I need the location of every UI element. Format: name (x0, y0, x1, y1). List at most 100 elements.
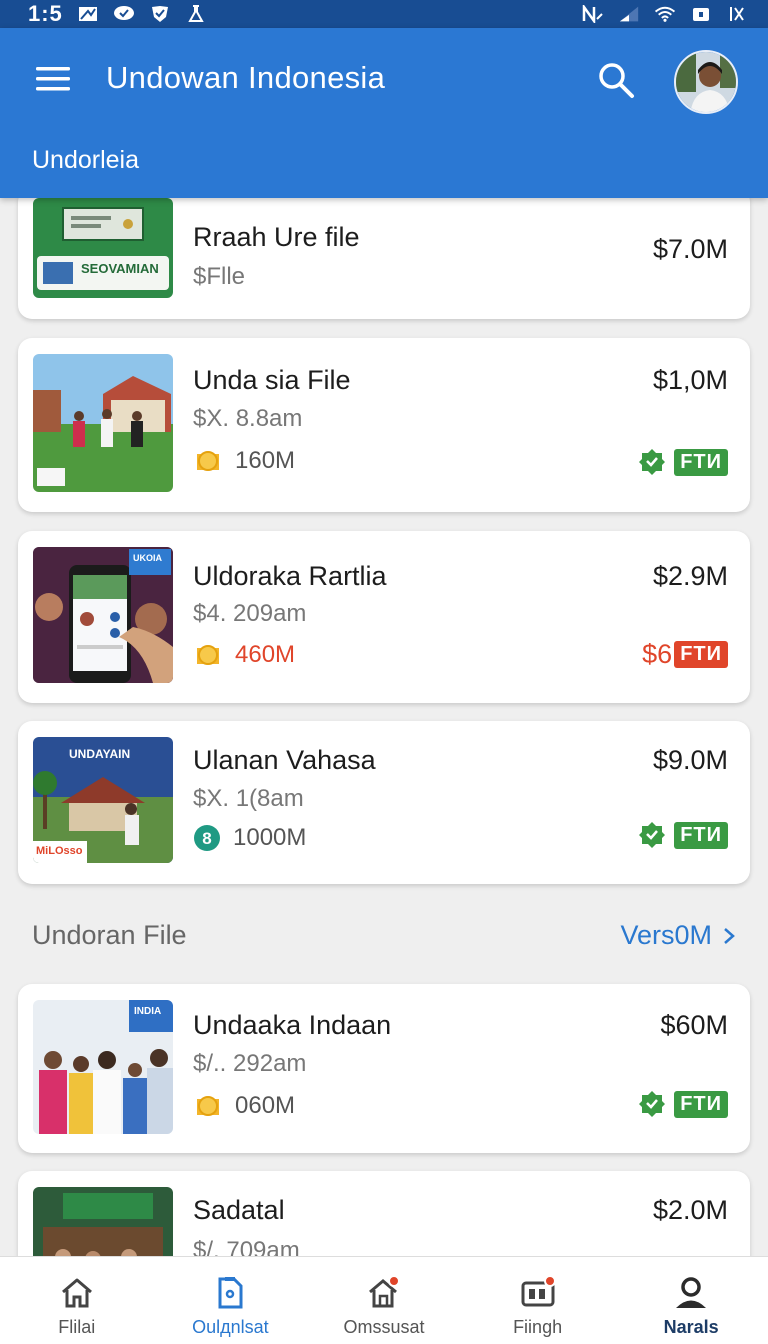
signal-icon (618, 5, 640, 23)
coin-icon (197, 1096, 219, 1116)
svg-text:8: 8 (202, 829, 211, 848)
chat-icon (113, 5, 135, 23)
nav-label: Narals (663, 1317, 719, 1337)
nav-label: Fiingh (513, 1317, 563, 1337)
item-thumbnail: INDIA (33, 1000, 173, 1134)
thumbnail-label: SEOVAMIAN (81, 261, 159, 276)
nfc-icon (582, 5, 604, 23)
item-badge: $6 FTИ (642, 639, 728, 670)
chevron-right-icon (724, 927, 735, 944)
badge-red: $6 FTИ (642, 639, 728, 670)
badge-label: FTИ (674, 448, 728, 476)
list-item[interactable]: SEOVAMIAN Rraah Ure file $Flle $7.0M (18, 198, 750, 319)
item-subtitle: $X. 8.8am (193, 405, 303, 432)
item-price: $60M (660, 1010, 728, 1040)
bottom-nav: Flilai Oulдnlsat Omssusat Fiingh Narals (0, 1256, 768, 1344)
item-thumbnail: UKOIA (33, 547, 173, 683)
badge-label: FTИ (674, 641, 728, 668)
nav-label: Flilai (58, 1317, 96, 1337)
item-meta: 460M (193, 640, 295, 670)
notification-dot (543, 1275, 556, 1287)
item-price: $2.0M (652, 1195, 728, 1225)
home-icon (59, 1275, 95, 1311)
app-title: Undowan Indonesia (106, 60, 386, 95)
item-subtitle: $4. 209am (193, 600, 307, 627)
item-subtitle: $X. 1(8am (193, 785, 304, 812)
thumbnail-label: UNDAYAIN (69, 747, 131, 761)
verified-icon (639, 449, 666, 475)
list-item[interactable]: UKOIA Uldoraka Rartlia $4. 209am 460M $2… (18, 531, 750, 703)
item-meta-value: 1000M (233, 824, 307, 851)
status-bar: 1:5 (0, 0, 768, 28)
verified-icon (639, 1091, 666, 1117)
list-item[interactable]: UNDAYAIN MiLOsso Ulanan Vahasa $X. 1(8am… (18, 721, 750, 884)
item-title: Rraah Ure file (193, 222, 360, 252)
item-thumbnail (33, 1187, 173, 1256)
search-button[interactable] (596, 60, 636, 100)
section-title: Undoran File (32, 920, 187, 950)
wifi-icon (654, 5, 676, 23)
section-link-label: Vers0M (620, 920, 712, 950)
status-time: 1:5 (28, 1, 63, 26)
nav-item-store[interactable]: Omssusat (307, 1257, 461, 1344)
close-status-icon (726, 5, 748, 23)
item-title: Unda sia File (193, 365, 351, 395)
content-list: SEOVAMIAN Rraah Ure file $Flle $7.0M Und… (0, 198, 768, 1256)
item-meta-value: 060M (235, 1092, 296, 1119)
list-item[interactable]: Sadatal $/. 709am $2.0M (18, 1171, 750, 1256)
item-meta: 8 1000M (193, 824, 306, 852)
calendar-icon (520, 1275, 556, 1311)
nav-item-activity[interactable]: Fiingh (461, 1257, 615, 1344)
person-icon (673, 1275, 709, 1311)
notification-dot (387, 1275, 400, 1287)
item-meta-value: 160M (235, 447, 296, 474)
item-thumbnail: UNDAYAIN MiLOsso (33, 737, 173, 863)
store-icon (366, 1275, 402, 1311)
app-bar: Undowan Indonesia Undorleia (0, 28, 768, 198)
nav-label: Omssusat (343, 1317, 425, 1337)
section-link[interactable]: Vers0M (620, 920, 736, 951)
item-title: Sadatal (193, 1195, 285, 1225)
nav-label: Oulдnlsat (192, 1317, 269, 1337)
currency-icon: 8 (194, 825, 220, 851)
list-item[interactable]: Unda sia File $X. 8.8am 160M $1,0M FTИ (18, 338, 750, 512)
thumbnail-tag: MiLOsso (36, 845, 83, 857)
nav-item-files[interactable]: Oulдnlsat (154, 1257, 308, 1344)
badge-prefix: $6 (642, 639, 673, 669)
coin-icon (197, 451, 219, 471)
item-price: $1,0M (652, 365, 728, 395)
item-subtitle: $/. 709am (193, 1237, 300, 1256)
section-header: Undoran File Vers0M (32, 920, 736, 951)
item-subtitle: $Flle (193, 263, 246, 290)
thumbnail-label: INDIA (134, 1006, 162, 1017)
item-meta: 060M (193, 1091, 295, 1121)
item-subtitle: $/.. 292am (193, 1050, 307, 1077)
document-icon (212, 1275, 248, 1311)
app-subtitle: Undorleia (32, 146, 140, 174)
hamburger-icon (36, 67, 70, 91)
shield-icon (149, 5, 171, 23)
menu-button[interactable] (34, 64, 72, 94)
item-price: $7.0M (652, 234, 728, 264)
item-price: $9.0M (652, 745, 728, 775)
message-icon (77, 5, 99, 23)
item-badge: FTИ (638, 448, 728, 476)
nav-item-home[interactable]: Flilai (0, 1257, 154, 1344)
battery-icon (690, 5, 712, 23)
avatar[interactable] (674, 50, 738, 114)
nav-item-profile[interactable]: Narals (614, 1257, 768, 1344)
search-icon (599, 63, 634, 98)
item-price: $2.9M (652, 561, 728, 591)
item-badge: FTИ (638, 1090, 728, 1118)
thumbnail-label: UKOIA (133, 553, 162, 563)
flask-icon (185, 5, 207, 23)
item-meta-value: 460M (235, 641, 296, 668)
badge-label: FTИ (674, 821, 728, 849)
item-thumbnail: SEOVAMIAN (33, 198, 173, 298)
coin-icon (197, 645, 219, 665)
verified-icon (639, 822, 666, 848)
item-title: Undaaka Indaan (193, 1010, 392, 1040)
item-badge: FTИ (638, 821, 728, 849)
list-item[interactable]: INDIA Undaaka Indaan $/.. 292am 060M $60… (18, 984, 750, 1153)
badge-label: FTИ (674, 1090, 728, 1118)
